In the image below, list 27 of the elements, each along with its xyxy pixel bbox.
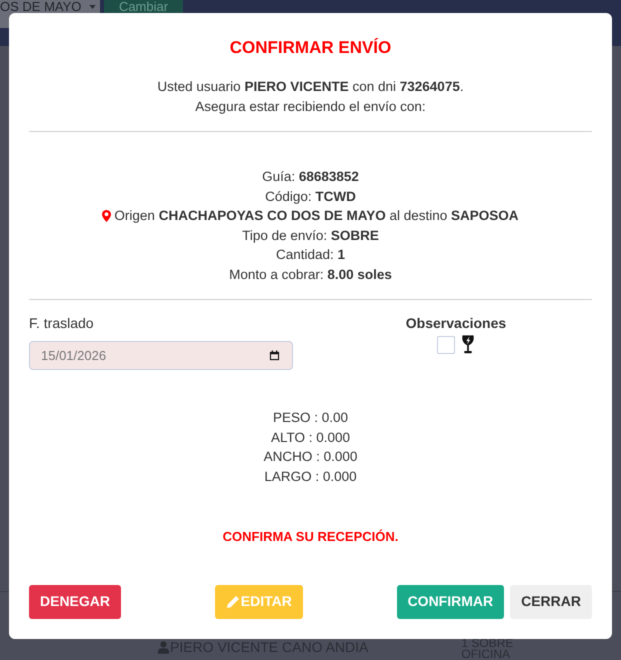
shipment-detail: Guía: 68683852 <box>262 168 359 186</box>
modal-title: CONFIRMAR ENVÍO <box>230 38 392 58</box>
pencil-icon <box>226 594 240 609</box>
caret-icon <box>89 5 96 9</box>
measurement-text: PESO : 0.00 <box>272 409 348 427</box>
confirm-button[interactable]: CONFIRMAR <box>396 584 504 619</box>
route-text: Origen CHACHAPOYAS CO DOS DE MAYO al destino SAPOSOA <box>114 207 519 225</box>
date-field[interactable]: 15/01/2026 <box>29 341 293 370</box>
shipment-detail: Tipo de envío: SOBRE <box>242 226 379 245</box>
checkbox[interactable] <box>437 336 455 354</box>
close-button[interactable]: CERRAR <box>510 584 592 619</box>
field-label: F. traslado <box>29 314 94 333</box>
map-pin-icon <box>102 210 112 222</box>
calendar-icon[interactable] <box>269 350 280 361</box>
shipment-detail: Monto a cobrar: 8.00 soles <box>229 266 392 284</box>
deny-button[interactable]: DENEGAR <box>29 584 122 619</box>
user-icon <box>158 640 169 654</box>
measurement-text: LARGO : 0.000 <box>264 468 357 486</box>
broken-glass-icon <box>461 335 475 354</box>
measurement-text: ANCHO : 0.000 <box>264 448 358 466</box>
measurement-text: ALTO : 0.000 <box>270 428 350 447</box>
notice-text: CONFIRMA SU RECEPCIÓN. <box>222 528 398 546</box>
intro-text: Usted usuario PIERO VICENTE con dni 73264075. <box>157 78 464 96</box>
intro-text: Asegura estar recibiendo el envío con: <box>195 98 426 116</box>
shipment-detail: Cantidad: 1 <box>276 246 346 264</box>
shipment-detail: Código: TCWD <box>265 188 356 206</box>
observations-label: Observaciones <box>406 314 506 333</box>
